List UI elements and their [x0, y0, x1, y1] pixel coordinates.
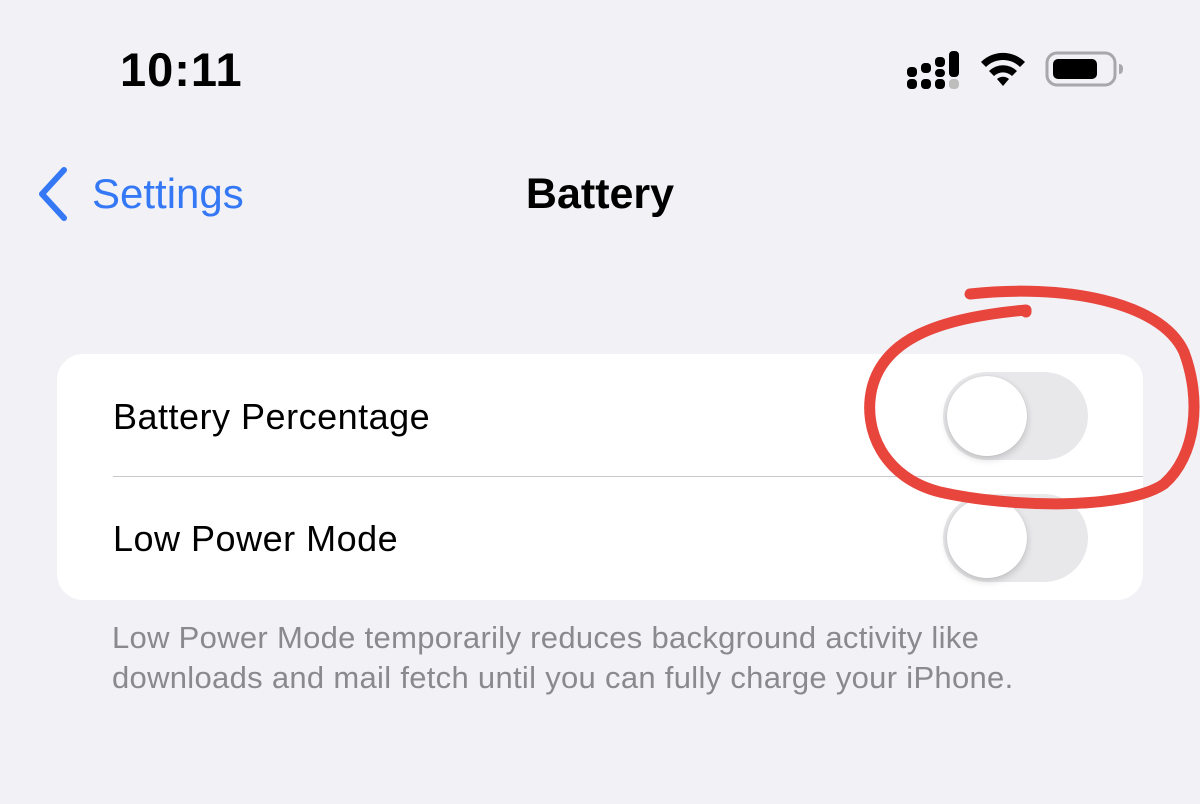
status-time: 10:11: [120, 43, 243, 96]
settings-group: Battery Percentage Low Power Mode: [57, 354, 1143, 600]
toggle-knob: [947, 376, 1027, 456]
low-power-mode-label: Low Power Mode: [113, 518, 399, 559]
battery-percentage-toggle[interactable]: [943, 372, 1088, 460]
setting-row-battery-percentage: Battery Percentage: [57, 354, 1143, 477]
battery-percentage-label: Battery Percentage: [113, 396, 431, 437]
low-power-mode-footnote: Low Power Mode temporarily reduces backg…: [112, 620, 1014, 695]
setting-row-low-power-mode: Low Power Mode: [57, 477, 1143, 600]
page-title: Battery: [525, 170, 675, 218]
wifi-icon: [981, 52, 1025, 86]
low-power-mode-toggle[interactable]: [943, 494, 1088, 582]
battery-icon: [1045, 51, 1123, 87]
cellular-signal-icon: [907, 51, 959, 89]
status-icons: [905, 45, 1130, 95]
navigation-bar: Settings Battery: [0, 150, 1200, 240]
status-bar: 10:11: [0, 0, 1200, 130]
toggle-knob: [947, 498, 1027, 578]
